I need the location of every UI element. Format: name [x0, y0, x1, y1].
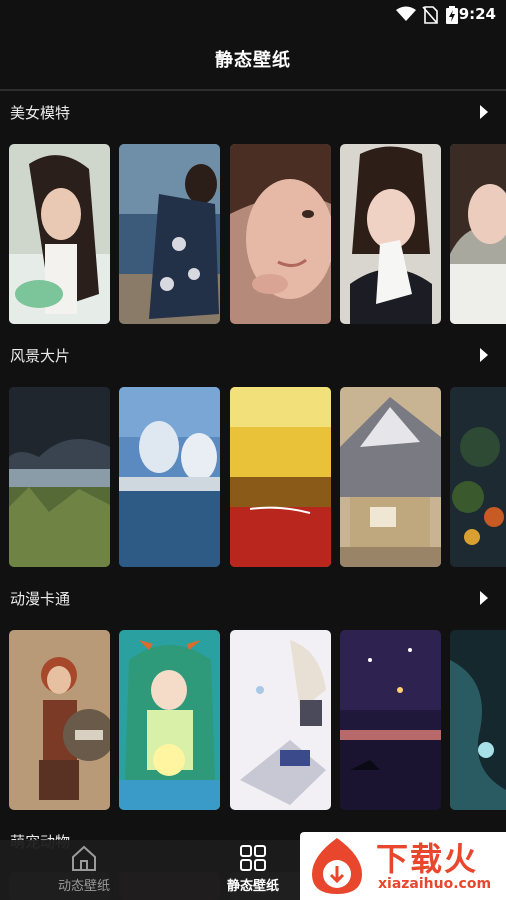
home-icon	[72, 845, 96, 871]
wallpaper-thumbnail[interactable]	[340, 387, 441, 567]
wallpaper-thumbnail[interactable]	[9, 387, 110, 567]
battery-charging-icon	[446, 6, 458, 24]
page-title: 静态壁纸	[215, 50, 291, 71]
chevron-right-icon[interactable]	[478, 346, 490, 364]
status-time: 9:24	[458, 5, 496, 23]
section-title: 风景大片	[10, 346, 71, 365]
wallpaper-thumbnail[interactable]	[450, 387, 506, 567]
wifi-icon	[396, 6, 416, 21]
wallpaper-thumbnail[interactable]	[9, 630, 110, 810]
header-divider	[0, 89, 506, 91]
wallpaper-thumbnail[interactable]	[450, 630, 506, 810]
nav-static-wallpaper[interactable]: 静态壁纸	[198, 844, 308, 898]
watermark-url: xiazaihuo.com	[378, 876, 492, 892]
grid-icon	[240, 845, 266, 871]
nav-label: 静态壁纸	[226, 879, 279, 894]
wallpaper-thumbnail[interactable]	[340, 144, 441, 324]
chevron-right-icon[interactable]	[478, 589, 490, 607]
status-bar: 9:24	[0, 0, 506, 28]
flame-logo-icon	[312, 838, 362, 894]
section-header-beauty[interactable]: 美女模特	[0, 94, 506, 130]
top-bar: 静态壁纸	[0, 28, 506, 90]
wallpaper-thumbnail[interactable]	[450, 144, 506, 324]
nav-label: 动态壁纸	[57, 879, 110, 894]
thumbnail-row-beauty	[0, 144, 506, 324]
wallpaper-thumbnail[interactable]	[119, 630, 220, 810]
wallpaper-thumbnail[interactable]	[9, 144, 110, 324]
thumbnail-row-scenery	[0, 387, 506, 567]
chevron-right-icon[interactable]	[478, 103, 490, 121]
wallpaper-thumbnail[interactable]	[119, 144, 220, 324]
section-header-anime[interactable]: 动漫卡通	[0, 580, 506, 616]
nav-dynamic-wallpaper[interactable]: 动态壁纸	[29, 844, 139, 898]
section-title: 美女模特	[10, 103, 71, 122]
section-title: 动漫卡通	[10, 589, 71, 608]
watermark-title: 下载火	[376, 840, 479, 878]
watermark-logo: 下载火 xiazaihuo.com	[300, 832, 506, 900]
wallpaper-thumbnail[interactable]	[119, 387, 220, 567]
no-sim-icon	[422, 6, 438, 24]
section-header-scenery[interactable]: 风景大片	[0, 337, 506, 373]
wallpaper-thumbnail[interactable]	[340, 630, 441, 810]
wallpaper-thumbnail[interactable]	[230, 387, 331, 567]
wallpaper-thumbnail[interactable]	[230, 630, 331, 810]
wallpaper-thumbnail[interactable]	[230, 144, 331, 324]
thumbnail-row-anime	[0, 630, 506, 810]
